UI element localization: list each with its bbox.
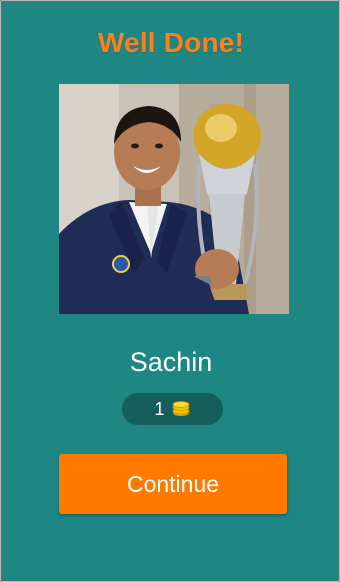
screen-frame: Well Done! Sachin 1 Continue [0,0,340,582]
answer-name: Sachin [129,347,213,377]
answer-photo [59,84,289,314]
coins-icon [171,401,191,417]
continue-button[interactable]: Continue [59,454,287,514]
page-title: Well Done! [97,27,245,58]
coin-reward-badge: 1 [122,393,223,425]
reward-count: 1 [154,398,165,419]
cricketer-with-trophy-image [59,84,289,314]
